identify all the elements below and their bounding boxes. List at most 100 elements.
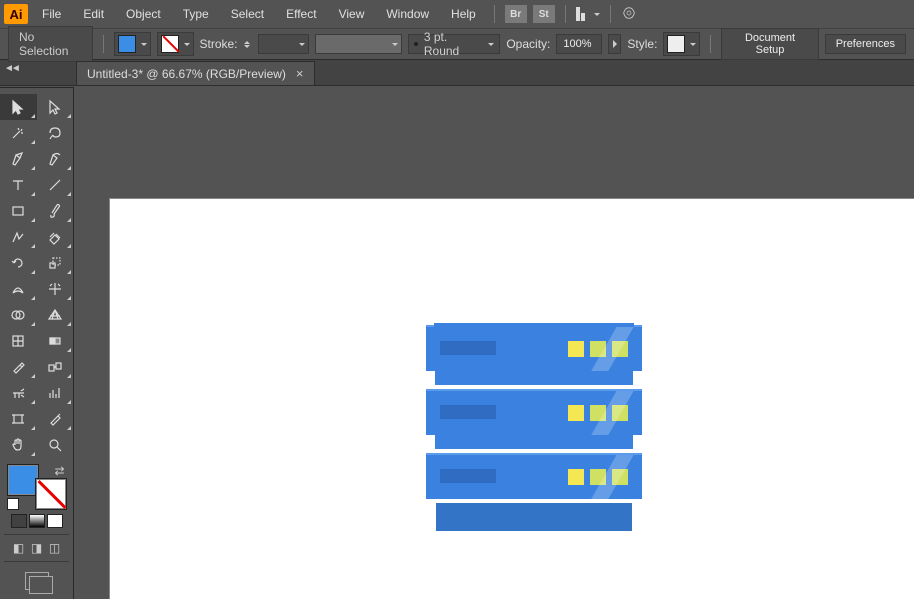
- rotate-tool[interactable]: [0, 250, 37, 276]
- separator: [103, 35, 104, 53]
- opacity-label: Opacity:: [506, 37, 550, 51]
- artboard-tool[interactable]: [0, 406, 37, 432]
- menu-type[interactable]: Type: [175, 3, 217, 25]
- mesh-tool[interactable]: [0, 328, 37, 354]
- color-mode-color[interactable]: [11, 514, 27, 528]
- stroke-weight-stepper[interactable]: [242, 41, 252, 48]
- column-graph-tool[interactable]: [37, 380, 74, 406]
- gpu-preview-icon[interactable]: [621, 5, 637, 24]
- chevron-down-icon: [299, 43, 305, 46]
- stroke-weight-group: Stroke:: [200, 37, 252, 51]
- artboard[interactable]: [110, 199, 914, 599]
- hand-tool[interactable]: [0, 432, 37, 458]
- document-setup-button[interactable]: Document Setup: [721, 28, 818, 60]
- selection-indicator[interactable]: No Selection: [8, 26, 93, 62]
- scale-tool[interactable]: [37, 250, 74, 276]
- graphic-style-picker[interactable]: [663, 32, 700, 56]
- color-mode-gradient[interactable]: [29, 514, 45, 528]
- stroke-label: Stroke:: [200, 37, 238, 51]
- bridge-button[interactable]: Br: [505, 5, 527, 23]
- fill-color-picker[interactable]: [114, 32, 151, 56]
- separator: [494, 5, 495, 23]
- separator: [710, 35, 711, 53]
- app-logo-icon: Ai: [4, 4, 28, 24]
- symbol-sprayer-tool[interactable]: [0, 380, 37, 406]
- server-rack-3: [426, 453, 642, 499]
- color-mode-row: [0, 514, 73, 528]
- draw-inside-icon[interactable]: ◫: [47, 541, 63, 555]
- selection-tool[interactable]: [0, 94, 37, 120]
- direct-selection-tool[interactable]: [37, 94, 74, 120]
- opacity-slider-toggle[interactable]: [608, 34, 621, 54]
- shaper-tool[interactable]: [0, 224, 37, 250]
- menu-help[interactable]: Help: [443, 3, 484, 25]
- gradient-tool[interactable]: [37, 328, 74, 354]
- stroke-none-swatch-icon: [161, 35, 179, 53]
- chevron-down-icon[interactable]: [594, 13, 600, 16]
- expand-panels-icon[interactable]: ◄◄: [4, 63, 18, 74]
- chevron-down-icon: [184, 43, 190, 46]
- width-tool[interactable]: [0, 276, 37, 302]
- draw-behind-icon[interactable]: ◨: [29, 541, 45, 555]
- shape-builder-tool[interactable]: [0, 302, 37, 328]
- slice-tool[interactable]: [37, 406, 74, 432]
- stroke-weight-dropdown[interactable]: [258, 34, 310, 54]
- menu-effect[interactable]: Effect: [278, 3, 324, 25]
- menu-window[interactable]: Window: [378, 3, 437, 25]
- server-rack-1: [426, 325, 642, 371]
- brush-dot-icon: [414, 42, 418, 46]
- pen-tool[interactable]: [0, 146, 37, 172]
- chevron-down-icon: [690, 43, 696, 46]
- draw-normal-icon[interactable]: ◧: [11, 541, 27, 555]
- swap-fill-stroke-icon[interactable]: ⇄: [54, 464, 64, 478]
- fill-stroke-swatches[interactable]: ⇄: [7, 464, 67, 510]
- eyedropper-tool[interactable]: [0, 354, 37, 380]
- tab-title: Untitled-3* @ 66.67% (RGB/Preview): [87, 67, 286, 81]
- style-label: Style:: [627, 37, 657, 51]
- color-mode-none[interactable]: [47, 514, 63, 528]
- artwork-server-icon[interactable]: [426, 325, 642, 531]
- menu-object[interactable]: Object: [118, 3, 169, 25]
- preferences-button[interactable]: Preferences: [825, 34, 906, 54]
- workspace: ⇄ ◧ ◨ ◫: [0, 87, 914, 599]
- menu-edit[interactable]: Edit: [75, 3, 112, 25]
- opacity-input[interactable]: [556, 34, 602, 54]
- control-bar: No Selection Stroke: 3 pt. Round Opacity…: [0, 28, 914, 60]
- brush-name: 3 pt. Round: [424, 30, 479, 58]
- brush-definition-dropdown[interactable]: 3 pt. Round: [408, 34, 500, 54]
- eraser-tool[interactable]: [37, 224, 74, 250]
- curvature-tool[interactable]: [37, 146, 74, 172]
- chevron-down-icon: [392, 43, 398, 46]
- stroke-color-picker[interactable]: [157, 32, 194, 56]
- menu-select[interactable]: Select: [223, 3, 272, 25]
- tool-grid: [0, 94, 73, 458]
- server-rack-2: [426, 389, 642, 435]
- stock-button[interactable]: St: [533, 5, 555, 23]
- style-swatch-icon: [667, 35, 685, 53]
- chevron-down-icon: [488, 43, 494, 46]
- chevron-down-icon: [141, 43, 147, 46]
- stroke-swatch[interactable]: [35, 478, 67, 510]
- menu-file[interactable]: File: [34, 3, 69, 25]
- tools-panel: ⇄ ◧ ◨ ◫: [0, 87, 74, 599]
- document-tab-strip: Untitled-3* @ 66.67% (RGB/Preview) ×: [0, 60, 914, 86]
- paintbrush-tool[interactable]: [37, 198, 74, 224]
- blend-tool[interactable]: [37, 354, 74, 380]
- rectangle-tool[interactable]: [0, 198, 37, 224]
- line-tool[interactable]: [37, 172, 74, 198]
- magic-wand-tool[interactable]: [0, 120, 37, 146]
- screen-mode-icon[interactable]: [25, 572, 49, 590]
- close-icon[interactable]: ×: [296, 66, 304, 81]
- default-fill-stroke-icon[interactable]: [7, 498, 19, 510]
- perspective-grid-tool[interactable]: [37, 302, 74, 328]
- free-transform-tool[interactable]: [37, 276, 74, 302]
- document-tab[interactable]: Untitled-3* @ 66.67% (RGB/Preview) ×: [76, 61, 315, 85]
- zoom-tool[interactable]: [37, 432, 74, 458]
- canvas[interactable]: [74, 87, 914, 599]
- lasso-tool[interactable]: [37, 120, 74, 146]
- separator: [565, 5, 566, 23]
- type-tool[interactable]: [0, 172, 37, 198]
- arrange-documents-icon[interactable]: [576, 7, 585, 21]
- menu-view[interactable]: View: [331, 3, 373, 25]
- variable-width-profile-dropdown[interactable]: [315, 34, 402, 54]
